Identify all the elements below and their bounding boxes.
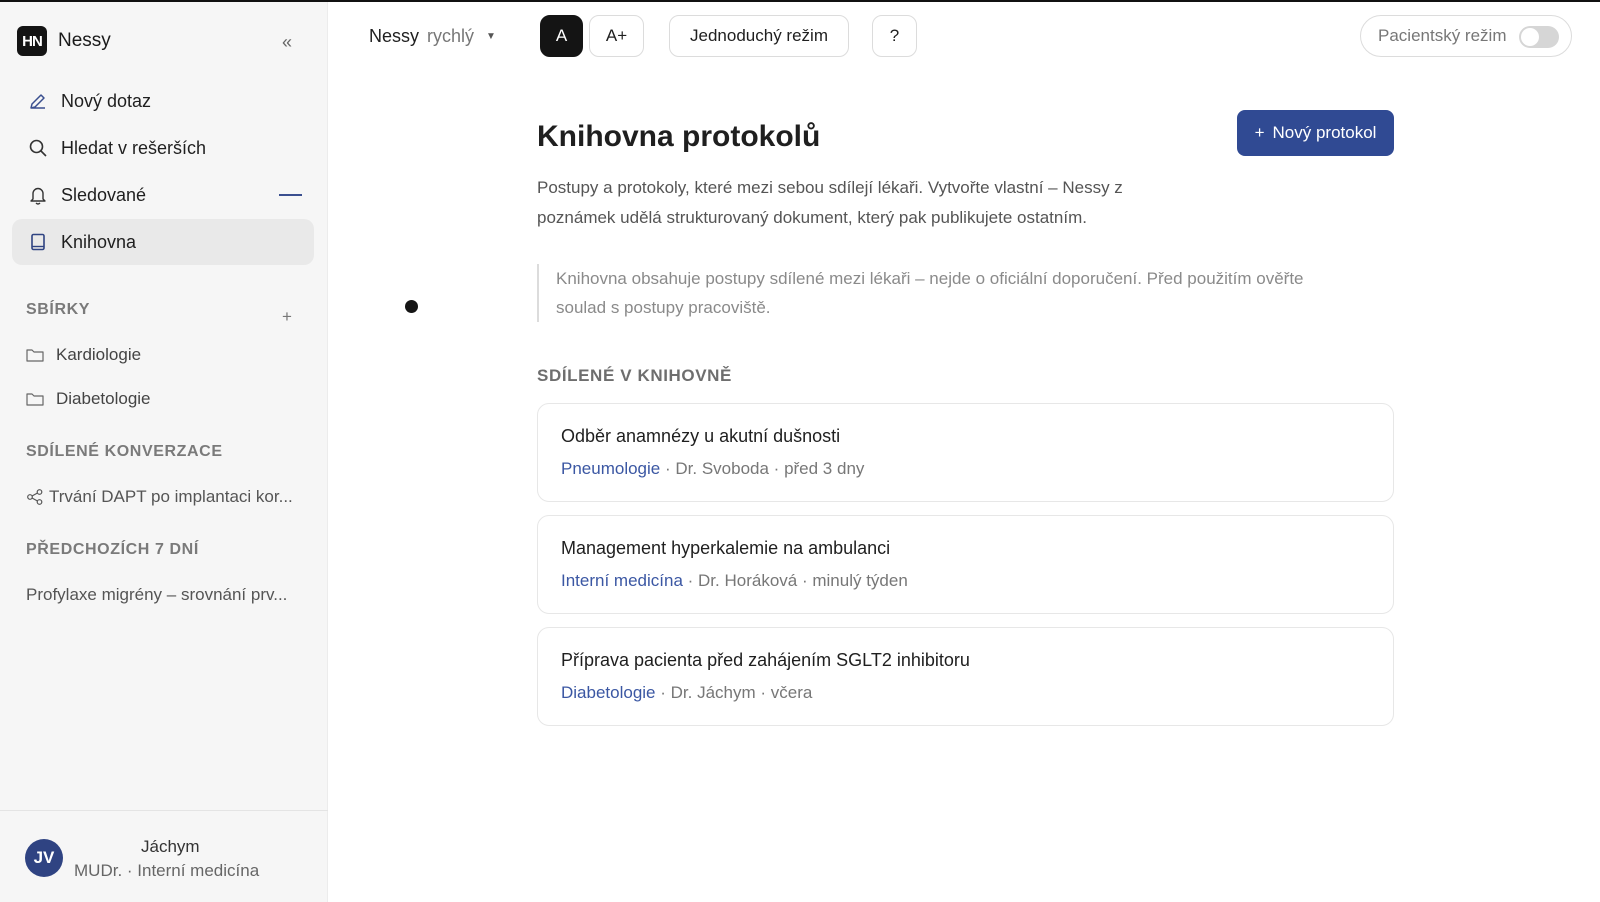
protocol-time: včera	[770, 683, 813, 702]
user-role: MUDr. · Interní medicína	[74, 861, 260, 880]
protocol-category[interactable]: Pneumologie	[561, 459, 660, 478]
protocol-card[interactable]: Příprava pacienta před zahájením SGLT2 i…	[537, 627, 1394, 726]
protocol-meta: Pneumologie · Dr. Svoboda · před 3 dny	[561, 459, 864, 479]
meta-separator: ·	[687, 571, 699, 590]
bell-icon	[27, 184, 49, 206]
nav-followed[interactable]: Sledované	[12, 172, 314, 218]
page-title: Knihovna protokolů	[537, 120, 821, 153]
collection-item-diabetologie[interactable]: Diabetologie	[26, 389, 151, 409]
help-button[interactable]: ?	[872, 15, 917, 57]
model-speed: rychlý	[427, 26, 475, 46]
protocol-time: před 3 dny	[784, 459, 865, 478]
protocol-meta: Interní medicína · Dr. Horáková · minulý…	[561, 571, 908, 591]
meta-separator: ·	[773, 459, 785, 478]
search-icon	[27, 137, 49, 159]
chevron-down-icon: ▼	[486, 31, 496, 42]
folder-icon	[26, 348, 46, 362]
nav-label: Hledat v rešerších	[61, 137, 207, 158]
model-selector[interactable]: Nessy rychlý ▼	[369, 26, 496, 47]
user-name: Jáchym	[141, 837, 200, 856]
nav-library[interactable]: Knihovna	[12, 219, 314, 265]
app-name: Nessy	[58, 30, 111, 51]
user-profile[interactable]: JV Jáchym MUDr. · Interní medicína	[0, 810, 328, 902]
recent-conversation-item[interactable]: Profylaxe migrény – srovnání prv...	[26, 585, 287, 605]
brand[interactable]: HN Nessy	[17, 26, 111, 56]
protocol-meta: Diabetologie · Dr. Jáchym · včera	[561, 683, 812, 703]
plus-icon: +	[1254, 123, 1265, 142]
meta-separator: ·	[801, 571, 813, 590]
shared-conversations-heading: SDÍLENÉ KONVERZACE	[26, 443, 223, 460]
avatar: JV	[25, 839, 63, 877]
collection-label: Kardiologie	[56, 345, 142, 364]
new-protocol-button[interactable]: + Nový protokol	[1237, 110, 1394, 156]
collapse-sidebar-icon[interactable]: «	[282, 32, 292, 53]
page-description: Postupy a protokoly, které mezi sebou sd…	[537, 178, 1123, 227]
nav-label: Knihovna	[61, 231, 137, 252]
protocol-title: Management hyperkalemie na ambulanci	[561, 538, 891, 558]
switch-knob	[1521, 28, 1539, 46]
simple-mode-button[interactable]: Jednoduchý režim	[669, 15, 849, 57]
nav-label: Sledované	[61, 184, 147, 205]
cursor-dot	[405, 300, 418, 313]
model-name: Nessy	[369, 26, 420, 46]
collection-item-kardiologie[interactable]: Kardiologie	[26, 345, 141, 365]
meta-separator: ·	[660, 683, 671, 702]
font-size-normal-button[interactable]: A	[540, 15, 583, 57]
app-logo: HN	[17, 26, 47, 56]
share-icon	[26, 488, 44, 506]
patient-mode-toggle[interactable]: Pacientský režim	[1360, 15, 1572, 57]
followed-indicator	[279, 194, 302, 196]
font-size-large-button[interactable]: A+	[589, 15, 644, 57]
meta-separator: ·	[664, 459, 676, 478]
collection-label: Diabetologie	[56, 389, 151, 408]
protocol-title: Odběr anamnézy u akutní dušnosti	[561, 426, 841, 446]
nav-new-query[interactable]: Nový dotaz	[12, 78, 314, 124]
book-icon	[27, 231, 49, 253]
protocol-title: Příprava pacienta před zahájením SGLT2 i…	[561, 650, 970, 670]
shared-conversation-item[interactable]: Trvání DAPT po implantaci kor...	[26, 487, 293, 507]
protocol-category[interactable]: Interní medicína	[561, 571, 683, 590]
pencil-icon	[27, 90, 49, 112]
new-protocol-label: Nový protokol	[1272, 123, 1377, 142]
shared-library-heading: SDÍLENÉ V KNIHOVNĚ	[537, 366, 732, 385]
recent-heading: PŘEDCHOZÍCH 7 DNÍ	[26, 541, 199, 558]
protocol-category[interactable]: Diabetologie	[561, 683, 656, 702]
protocol-author: Dr. Jáchym	[670, 683, 756, 702]
protocol-card[interactable]: Odběr anamnézy u akutní dušnosti Pneumol…	[537, 403, 1394, 502]
patient-mode-switch[interactable]	[1519, 26, 1559, 48]
shared-conversation-label: Trvání DAPT po implantaci kor...	[49, 487, 293, 506]
protocol-time: minulý týden	[812, 571, 908, 590]
add-collection-icon[interactable]: +	[282, 307, 292, 327]
protocol-card[interactable]: Management hyperkalemie na ambulanci Int…	[537, 515, 1394, 614]
disclaimer-note: Knihovna obsahuje postupy sdílené mezi l…	[537, 264, 1357, 322]
collections-heading: SBÍRKY	[26, 301, 91, 318]
folder-icon	[26, 392, 46, 406]
patient-mode-label: Pacientský režim	[1378, 26, 1507, 45]
nav-label: Nový dotaz	[61, 90, 152, 111]
protocol-author: Dr. Svoboda	[675, 459, 769, 478]
protocol-author: Dr. Horáková	[698, 571, 798, 590]
meta-separator: ·	[760, 683, 771, 702]
recent-conversation-label: Profylaxe migrény – srovnání prv...	[26, 585, 288, 604]
nav-search-research[interactable]: Hledat v rešerších	[12, 125, 314, 171]
sidebar: HN Nessy « Nový dotaz Hledat v rešerších…	[0, 2, 328, 902]
